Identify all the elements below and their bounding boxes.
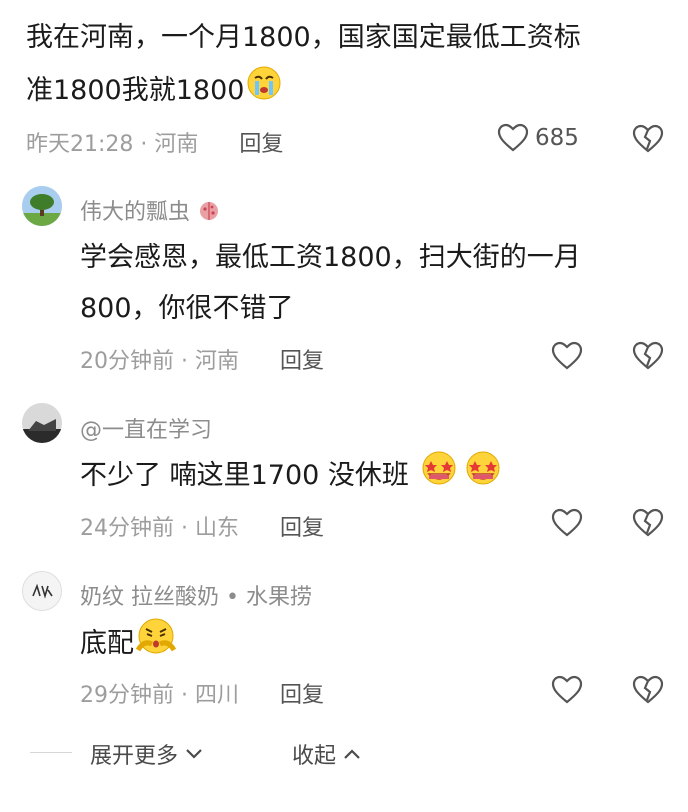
shushing-emoji-icon bbox=[134, 614, 178, 675]
meta-separator: · bbox=[181, 516, 195, 541]
heart-outline-icon[interactable] bbox=[551, 675, 583, 705]
comment-text-line: 800，你很不错了 bbox=[80, 293, 294, 324]
comment-meta: 昨天21:28 · 河南 回复 bbox=[26, 126, 283, 158]
comment-meta: 29分钟前 · 四川 回复 bbox=[80, 677, 324, 709]
comment-location: 山东 bbox=[195, 516, 240, 541]
comment-text-line: 底配 bbox=[80, 614, 178, 675]
broken-heart-icon[interactable] bbox=[632, 341, 664, 371]
reply-button[interactable]: 回复 bbox=[280, 683, 324, 708]
heart-outline-icon[interactable] bbox=[551, 508, 583, 538]
comment-location: 河南 bbox=[154, 132, 199, 157]
starstruck-emoji-icon bbox=[417, 448, 461, 505]
like-count: 685 bbox=[535, 125, 579, 151]
meta-separator: · bbox=[181, 683, 195, 708]
like-button[interactable]: 685 bbox=[497, 123, 579, 153]
collapse-label: 收起 bbox=[292, 744, 337, 769]
comment-text-line: 不少了 喃这里1700 没休班 bbox=[80, 448, 505, 505]
comment-location: 四川 bbox=[195, 683, 240, 708]
heart-outline-icon bbox=[497, 123, 529, 153]
meta-separator: · bbox=[181, 349, 195, 374]
comment-text-line: 准1800我就1800 bbox=[26, 63, 284, 120]
collapse-button[interactable]: 收起 bbox=[292, 738, 362, 770]
divider-line bbox=[30, 752, 72, 753]
broken-heart-icon[interactable] bbox=[632, 124, 664, 154]
avatar[interactable] bbox=[22, 571, 62, 611]
comment-location: 河南 bbox=[195, 349, 240, 374]
heart-outline-icon[interactable] bbox=[551, 341, 583, 371]
reply-button[interactable]: 回复 bbox=[280, 516, 324, 541]
username-text: 伟大的瓢虫 bbox=[80, 200, 191, 225]
reply-username[interactable]: 伟大的瓢虫 bbox=[80, 194, 221, 228]
avatar[interactable] bbox=[22, 186, 62, 226]
comment-time: 24分钟前 bbox=[80, 516, 174, 541]
meta-separator: · bbox=[140, 132, 155, 157]
expand-label: 展开更多 bbox=[90, 744, 179, 769]
comment-time: 昨天21:28 bbox=[26, 132, 134, 157]
expand-more-button[interactable]: 展开更多 bbox=[90, 738, 204, 770]
chevron-up-icon bbox=[342, 742, 362, 767]
crying-emoji-icon bbox=[244, 63, 284, 120]
comment-text: 底配 bbox=[80, 628, 134, 659]
chevron-down-icon bbox=[184, 742, 204, 767]
comment-time: 29分钟前 bbox=[80, 683, 174, 708]
broken-heart-icon[interactable] bbox=[632, 508, 664, 538]
comment-meta: 20分钟前 · 河南 回复 bbox=[80, 343, 324, 375]
reply-username[interactable]: 奶纹 拉丝酸奶 • 水果捞 bbox=[80, 579, 312, 611]
broken-heart-icon[interactable] bbox=[632, 675, 664, 705]
reply-button[interactable]: 回复 bbox=[239, 132, 283, 157]
avatar[interactable] bbox=[22, 403, 62, 443]
ladybug-badge-icon bbox=[197, 198, 221, 228]
comment-time: 20分钟前 bbox=[80, 349, 174, 374]
comment-text-line: 学会感恩，最低工资1800，扫大街的一月 bbox=[80, 242, 581, 273]
starstruck-emoji-icon bbox=[461, 448, 505, 505]
reply-username[interactable]: @一直在学习 bbox=[80, 412, 212, 444]
comment-text-line: 我在河南，一个月1800，国家国定最低工资标 bbox=[26, 22, 581, 53]
comment-text: 准1800我就1800 bbox=[26, 75, 245, 106]
reply-button[interactable]: 回复 bbox=[280, 349, 324, 374]
comment-text: 不少了 喃这里1700 没休班 bbox=[80, 460, 409, 491]
comment-meta: 24分钟前 · 山东 回复 bbox=[80, 510, 324, 542]
